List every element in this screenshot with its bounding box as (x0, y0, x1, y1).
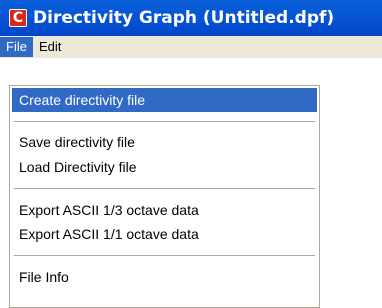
menu-separator (14, 121, 315, 122)
menu-file[interactable]: File (0, 37, 33, 57)
file-dropdown-menu: Create directivity file Save directivity… (9, 85, 320, 308)
menu-item-file-info[interactable]: File Info (12, 265, 317, 289)
menu-separator (14, 255, 315, 256)
menu-item-save-directivity-file[interactable]: Save directivity file (12, 130, 317, 154)
menu-item-export-third-octave[interactable]: Export ASCII 1/3 octave data (12, 198, 317, 222)
menu-item-load-directivity-file[interactable]: Load Directivity file (12, 155, 317, 179)
app-icon[interactable]: C (9, 9, 27, 27)
menu-bar: File Edit (0, 36, 382, 58)
window-title: Directivity Graph (Untitled.dpf) (33, 8, 335, 28)
app-icon-letter: C (12, 10, 24, 26)
menu-separator (14, 188, 315, 189)
menu-item-create-directivity-file[interactable]: Create directivity file (12, 88, 317, 112)
menu-item-export-full-octave[interactable]: Export ASCII 1/1 octave data (12, 222, 317, 246)
app-window: C Directivity Graph (Untitled.dpf) File … (0, 0, 382, 308)
menu-edit[interactable]: Edit (33, 37, 67, 57)
title-bar[interactable]: C Directivity Graph (Untitled.dpf) (0, 0, 382, 36)
